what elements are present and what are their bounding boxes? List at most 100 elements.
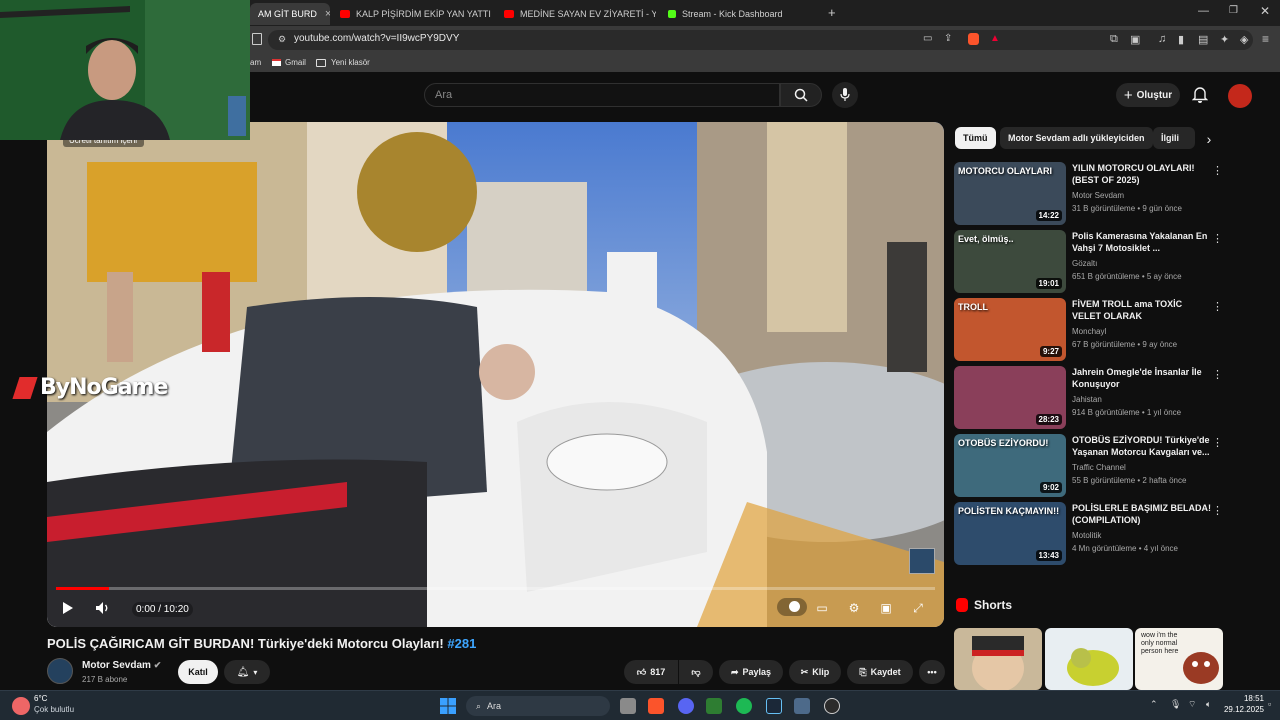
chip-all[interactable]: Tümü [955, 127, 996, 149]
subtitles-button[interactable]: ▭ [811, 599, 833, 617]
account-avatar[interactable] [1228, 84, 1252, 108]
recommendation-channel[interactable]: Traffic Channel [1072, 463, 1126, 472]
bookmark-folder[interactable]: Yeni klasör [316, 58, 370, 67]
more-vertical-icon[interactable]: ⋮ [1212, 436, 1223, 449]
recommendation-channel[interactable]: Gözaltı [1072, 259, 1097, 268]
more-vertical-icon[interactable]: ⋮ [1212, 368, 1223, 381]
settings-button[interactable]: ⚙ [843, 599, 865, 617]
minecraft-icon[interactable] [706, 698, 722, 714]
minimize-button[interactable]: — [1198, 5, 1209, 17]
speaker-icon[interactable]: 🔈︎ [1206, 699, 1211, 710]
recommendation-item[interactable]: MOTORCU OLAYLARI 14:22 YILIN MOTORCU OLAYL… [954, 162, 1226, 226]
search-button[interactable] [780, 83, 822, 107]
channel-name[interactable]: Motor Sevdam ✔ [82, 660, 161, 671]
short-item[interactable]: wow i'm the only normal person here [1135, 628, 1223, 690]
share-icon[interactable]: ⇪ [944, 33, 952, 44]
chip-from-uploader[interactable]: Motor Sevdam adlı yükleyiciden [1000, 127, 1153, 149]
recommendation-item[interactable]: TROLL 9:27 FİVEM TROLL ama TOXİC VELET OLA… [954, 298, 1226, 362]
extensions-icon[interactable]: ⧉ [1110, 33, 1118, 46]
more-vertical-icon[interactable]: ⋮ [1212, 504, 1223, 517]
join-button[interactable]: Katıl [178, 660, 218, 684]
app-icon[interactable] [794, 698, 810, 714]
bookmark-am[interactable]: am [250, 58, 261, 67]
recommendation-thumbnail[interactable]: MOTORCU OLAYLARI 14:22 [954, 162, 1066, 225]
channel-avatar[interactable] [47, 658, 73, 684]
start-button[interactable] [440, 698, 456, 714]
tray-overflow-icon[interactable]: ⌃ [1150, 699, 1158, 710]
screenshot-icon[interactable]: ▣ [1130, 33, 1140, 46]
obs-icon[interactable] [824, 698, 840, 714]
recommendation-thumbnail[interactable]: OTOBÜS EZİYORDU! 9:02 [954, 434, 1066, 497]
brave-rewards-icon[interactable]: ▲ [990, 33, 1000, 44]
brave-browser-icon[interactable] [648, 698, 664, 714]
maximize-button[interactable]: ❐ [1229, 5, 1238, 16]
like-button[interactable]: 👍︎ 817 [624, 660, 678, 684]
recommendation-title[interactable]: FİVEM TROLL ama TOXİC VELET OLARAK [1072, 298, 1212, 322]
video-player[interactable]: Ücretli tanıtım içerir [47, 122, 944, 627]
dislike-button[interactable]: 👎︎ [679, 660, 713, 684]
share-button[interactable]: ➦ Paylaş [719, 660, 783, 684]
notifications-button[interactable] [1191, 86, 1209, 108]
notification-center-icon[interactable]: ▫ [1268, 699, 1271, 709]
cast-icon[interactable]: ▭ [923, 33, 932, 44]
weather-icon[interactable] [12, 697, 30, 715]
tab-kalp[interactable]: KALP PİŞİRDİM EKİP YAN YATTI - Mo [332, 3, 492, 25]
play-button[interactable] [57, 599, 79, 617]
autoplay-toggle[interactable] [777, 598, 807, 616]
spotify-icon[interactable] [736, 698, 752, 714]
recommendation-item[interactable]: 28:23 Jahrein Omegle'de İnsanlar İle Konu… [954, 366, 1226, 430]
short-item[interactable] [1045, 628, 1133, 690]
chip-related[interactable]: İlgili [1153, 127, 1195, 149]
save-button[interactable]: ⎘ Kaydet [847, 660, 913, 684]
wifi-icon[interactable]: ⌔ [1188, 699, 1196, 710]
recommendation-channel[interactable]: Monchayl [1072, 327, 1106, 336]
subscribed-notification-button[interactable]: 🔔︎ ▾ [224, 660, 270, 684]
site-info-icon[interactable]: ⚙ [278, 34, 286, 45]
more-vertical-icon[interactable]: ⋮ [1212, 164, 1223, 177]
recommendation-title[interactable]: Polis Kamerasına Yakalanan En Vahşi 7 Mo… [1072, 230, 1212, 254]
theater-mode-button[interactable]: ▣ [875, 599, 897, 617]
wallet-icon[interactable]: ▤ [1198, 33, 1208, 46]
url-field[interactable]: ⚙ youtube.com/watch?v=II9wcPY9DVY ▭ ⇪ ▲ [268, 30, 1253, 50]
sidebar-icon[interactable]: ▮ [1178, 33, 1184, 46]
short-item[interactable] [954, 628, 1042, 690]
steam-icon[interactable] [766, 698, 782, 714]
menu-icon[interactable]: ≡ [1262, 32, 1269, 46]
discord-icon[interactable] [678, 698, 694, 714]
music-icon[interactable]: ♫ [1158, 33, 1166, 45]
chips-next-button[interactable]: › [1198, 128, 1220, 150]
recommendation-item[interactable]: Evet, ölmüş.. 19:01 Polis Kamerasına Yakal… [954, 230, 1226, 294]
tab-active[interactable]: AM GİT BURD × [250, 3, 330, 25]
more-vertical-icon[interactable]: ⋮ [1212, 232, 1223, 245]
clip-button[interactable]: ✂ Klip [789, 660, 841, 684]
recommendation-title[interactable]: YILIN MOTORCU OLAYLARI! (BEST OF 2025) [1072, 162, 1212, 186]
recommendation-thumbnail[interactable]: TROLL 9:27 [954, 298, 1066, 361]
recommendation-thumbnail[interactable]: POLİSTEN KAÇMAYIN!! 13:43 [954, 502, 1066, 565]
recommendation-channel[interactable]: Motolitik [1072, 531, 1101, 540]
recommendation-title[interactable]: Jahrein Omegle'de İnsanlar İle Konuşuyor [1072, 366, 1212, 390]
clock-time[interactable]: 18:51 [1222, 694, 1264, 703]
tab-kick[interactable]: Stream - Kick Dashboard [660, 3, 820, 25]
recommendation-title[interactable]: POLİSLERLE BAŞIMIZ BELADA! (COMPILATION) [1072, 502, 1212, 526]
vpn-icon[interactable]: ◈ [1240, 33, 1248, 46]
microphone-icon[interactable]: 🎙︎ [1170, 699, 1181, 710]
search-input[interactable]: Ara [424, 83, 780, 107]
voice-search-button[interactable] [832, 82, 858, 108]
fullscreen-button[interactable]: ⤢ [907, 599, 929, 617]
more-actions-button[interactable]: ••• [919, 660, 945, 684]
close-icon[interactable]: × [325, 8, 330, 20]
tab-medine[interactable]: MEDİNE SAYAN EV ZİYARETİ - YouTub [496, 3, 656, 25]
create-button[interactable]: + Oluştur [1116, 83, 1180, 107]
recommendation-thumbnail[interactable]: 28:23 [954, 366, 1066, 429]
bookmark-gmail[interactable]: Gmail [272, 58, 306, 67]
leo-ai-icon[interactable]: ✦ [1220, 33, 1229, 46]
new-tab-button[interactable]: + [828, 5, 836, 20]
task-view-icon[interactable] [620, 698, 636, 714]
close-window-button[interactable]: ✕ [1260, 4, 1270, 18]
recommendation-item[interactable]: OTOBÜS EZİYORDU! 9:02 OTOBÜS EZİYORDU! Tür… [954, 434, 1226, 498]
recommendation-channel[interactable]: Jahistan [1072, 395, 1102, 404]
recommendation-thumbnail[interactable]: Evet, ölmüş.. 19:01 [954, 230, 1066, 293]
brave-shield-icon[interactable] [968, 33, 979, 45]
taskbar-search[interactable]: ⌕ Ara [466, 696, 610, 716]
clock-date[interactable]: 29.12.2025 [1212, 705, 1264, 714]
